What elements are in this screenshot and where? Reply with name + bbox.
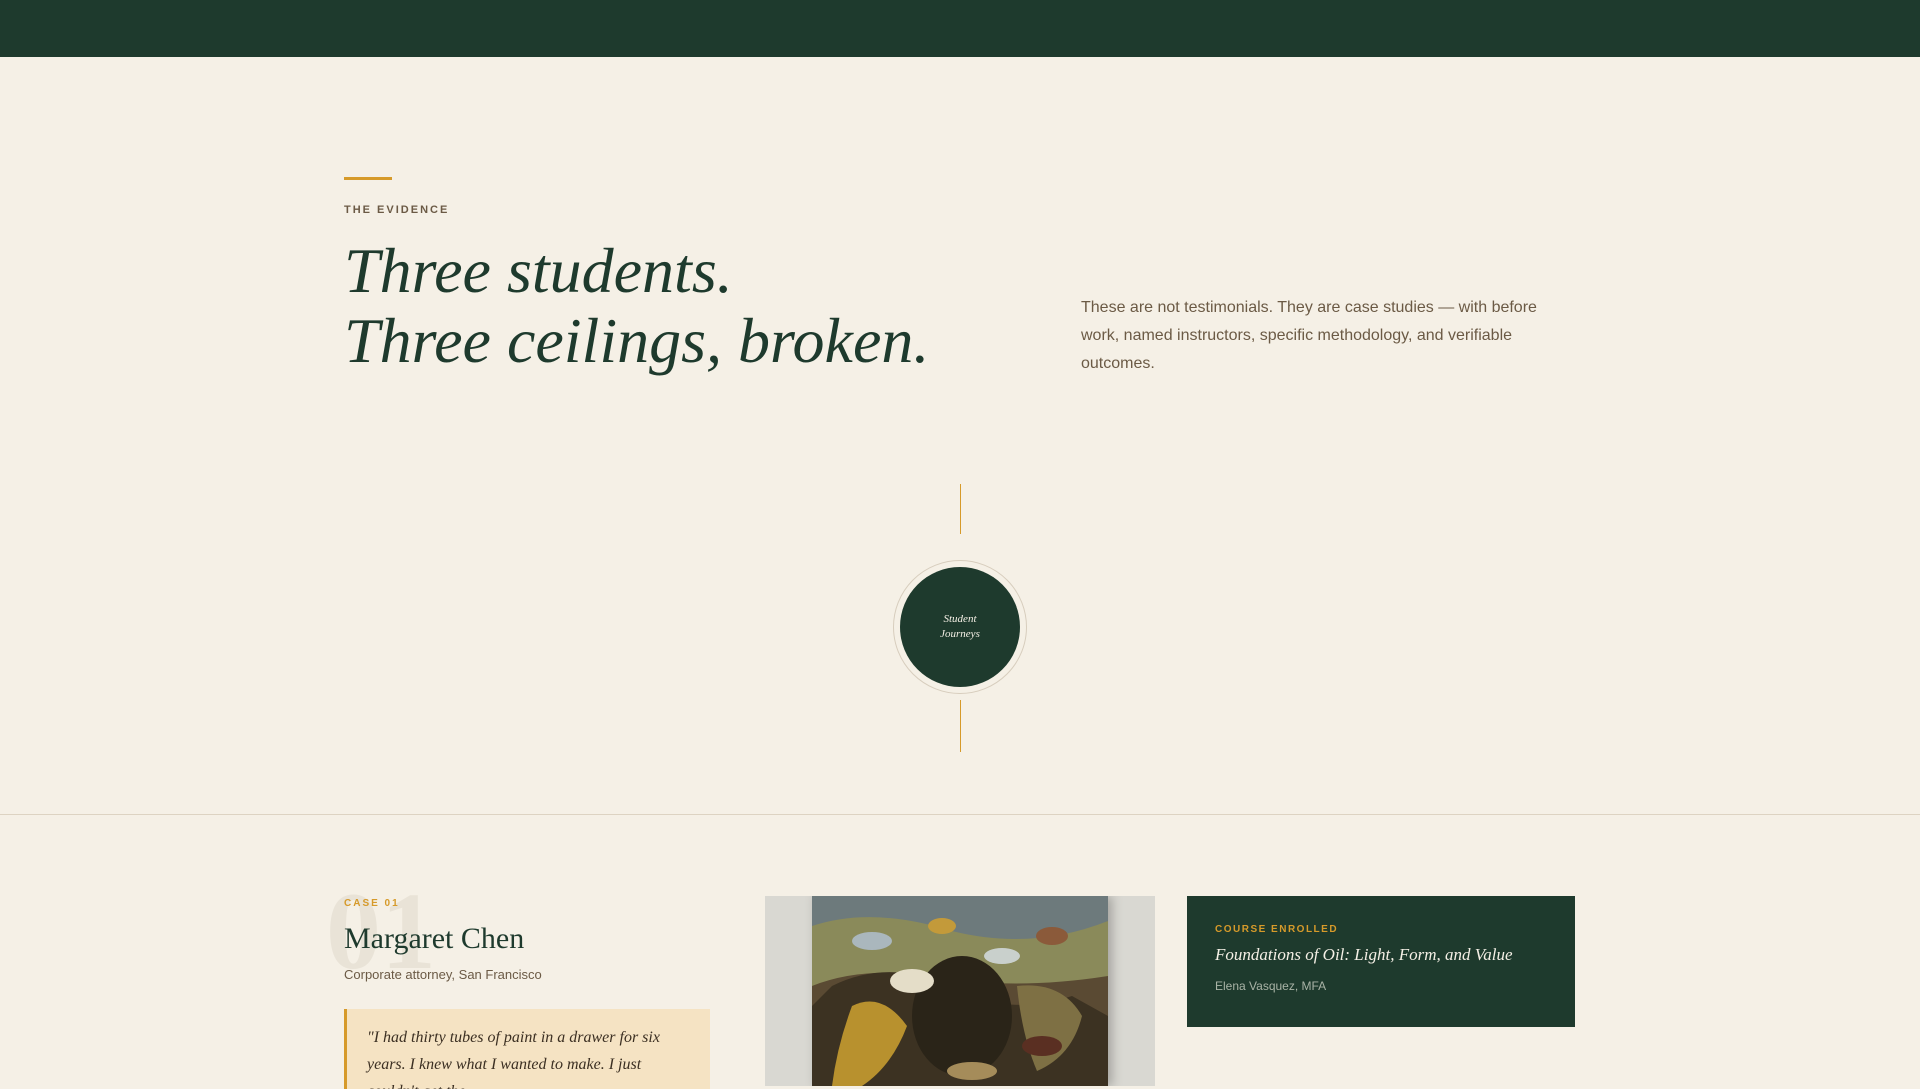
badge-line-1: Student	[943, 613, 977, 625]
case-label: CASE 01	[344, 898, 400, 909]
section-divider	[0, 814, 1920, 815]
top-navigation-bar	[0, 0, 1920, 57]
student-role: Corporate attorney, San Francisco	[344, 967, 542, 982]
connector-line-bottom	[960, 700, 961, 752]
section-intro: These are not testimonials. They are cas…	[1081, 299, 1537, 372]
student-name: Margaret Chen	[344, 922, 525, 955]
student-journeys-badge: Student Journeys	[893, 560, 1027, 694]
course-instructor: Elena Vasquez, MFA	[1215, 979, 1327, 993]
section-eyebrow: THE EVIDENCE	[344, 204, 450, 216]
headline-line-2: Three ceilings, broken.	[344, 305, 930, 376]
course-title: Foundations of Oil: Light, Form, and Val…	[1215, 945, 1513, 964]
connector-line-top	[960, 484, 961, 534]
section-headline: Three students. Three ceilings, broken.	[344, 236, 929, 376]
badge-circle: Student Journeys	[900, 567, 1020, 687]
headline-line-1: Three students.	[344, 235, 733, 306]
student-quote: "I had thirty tubes of paint in a drawer…	[344, 1009, 710, 1089]
course-enrolled-card[interactable]: COURSE ENROLLED Foundations of Oil: Ligh…	[1187, 896, 1575, 1027]
badge-line-2: Journeys	[940, 628, 980, 640]
accent-rule	[344, 177, 392, 180]
before-artwork-image	[765, 896, 1155, 1086]
oil-painting-thumbnail-icon	[812, 896, 1108, 1086]
course-eyebrow: COURSE ENROLLED	[1215, 924, 1339, 935]
